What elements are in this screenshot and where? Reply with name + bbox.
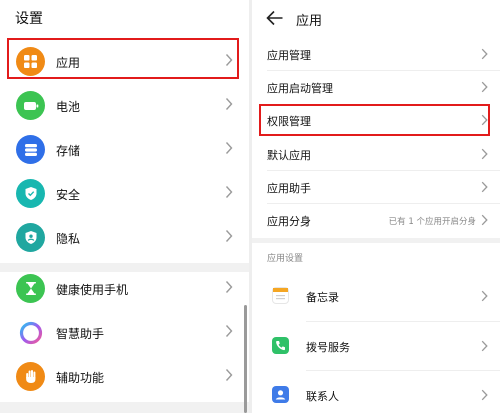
highlight-box-permissions <box>259 104 490 136</box>
apps-item-app-management[interactable]: 应用管理 <box>252 38 500 70</box>
chevron-right-icon <box>225 142 233 154</box>
app-row-notepad[interactable]: 备忘录 <box>252 272 500 320</box>
highlight-box-apps <box>7 38 239 79</box>
settings-item-label: 电池 <box>56 100 81 114</box>
app-row-contacts[interactable]: 联系人 <box>252 371 500 413</box>
apps-panel: 应用 应用管理 应用启动管理 权限管理 默认应用 应用助手 应用分身 已有 1 … <box>252 0 500 413</box>
apps-item-app-twin[interactable]: 应用分身 已有 1 个应用开启分身 <box>252 204 500 236</box>
settings-item-security[interactable]: 安全 <box>0 173 249 217</box>
section-gap <box>252 238 500 243</box>
assistant-icon <box>16 318 45 347</box>
chevron-right-icon <box>225 281 233 293</box>
apps-item-label: 应用管理 <box>267 49 311 62</box>
app-label: 联系人 <box>306 390 339 403</box>
app-label: 拨号服务 <box>306 341 350 354</box>
apps-item-label: 默认应用 <box>267 149 311 162</box>
chevron-right-icon <box>481 181 488 193</box>
apps-item-label: 应用启动管理 <box>267 82 333 95</box>
contacts-icon <box>272 386 289 403</box>
privacy-icon <box>16 223 45 252</box>
chevron-right-icon <box>481 290 488 302</box>
settings-item-label: 隐私 <box>56 232 81 246</box>
chevron-right-icon <box>225 186 233 198</box>
chevron-right-icon <box>225 369 233 381</box>
settings-item-label: 辅助功能 <box>56 371 105 385</box>
chevron-right-icon <box>481 340 488 352</box>
back-arrow-icon[interactable] <box>266 10 284 26</box>
storage-icon <box>16 135 45 164</box>
settings-item-label: 存储 <box>56 144 81 158</box>
app-row-dialer[interactable]: 拨号服务 <box>252 322 500 370</box>
settings-item-accessibility[interactable]: 辅助功能 <box>0 356 249 400</box>
chevron-right-icon <box>225 325 233 337</box>
chevron-right-icon <box>481 48 488 60</box>
settings-item-label: 智慧助手 <box>56 327 105 341</box>
hourglass-icon <box>16 274 45 303</box>
settings-item-label: 健康使用手机 <box>56 283 129 297</box>
settings-item-digital-balance[interactable]: 健康使用手机 <box>0 268 249 312</box>
apps-item-label: 应用助手 <box>267 182 311 195</box>
chevron-right-icon <box>481 214 488 226</box>
app-label: 备忘录 <box>306 291 339 304</box>
settings-item-label: 安全 <box>56 188 81 202</box>
battery-icon <box>16 91 45 120</box>
apps-title: 应用 <box>296 14 323 29</box>
shield-icon <box>16 179 45 208</box>
scrollbar[interactable] <box>244 305 247 413</box>
app-twin-status: 已有 1 个应用开启分身 <box>388 217 476 227</box>
chevron-right-icon <box>225 98 233 110</box>
apps-item-app-assistant[interactable]: 应用助手 <box>252 171 500 203</box>
settings-item-battery[interactable]: 电池 <box>0 85 249 129</box>
apps-header: 应用 <box>252 0 500 38</box>
chevron-right-icon <box>481 389 488 401</box>
chevron-right-icon <box>481 81 488 93</box>
settings-item-storage[interactable]: 存储 <box>0 129 249 173</box>
apps-item-default-apps[interactable]: 默认应用 <box>252 138 500 170</box>
notepad-icon <box>272 287 289 304</box>
apps-item-startup-management[interactable]: 应用启动管理 <box>252 71 500 103</box>
bottom-gap <box>0 402 249 413</box>
apps-item-label: 应用分身 <box>267 215 311 228</box>
settings-item-privacy[interactable]: 隐私 <box>0 217 249 261</box>
settings-item-smart-assistant[interactable]: 智慧助手 <box>0 312 249 356</box>
chevron-right-icon <box>481 148 488 160</box>
section-label: 应用设置 <box>267 254 304 264</box>
chevron-right-icon <box>225 230 233 242</box>
settings-title: 设置 <box>15 11 43 27</box>
phone-icon <box>272 337 289 354</box>
hand-icon <box>16 362 45 391</box>
